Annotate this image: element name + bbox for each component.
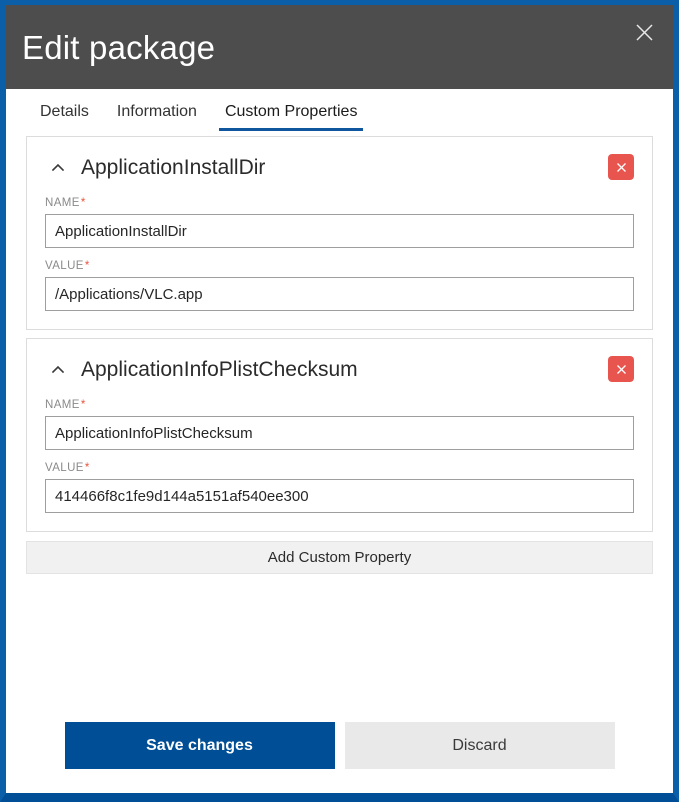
tab-information[interactable]: Information [111,103,203,131]
dialog-titlebar: Edit package [6,5,673,89]
delete-property-button[interactable] [608,356,634,382]
property-value-field: VALUE* [45,462,634,513]
custom-property-card: ApplicationInfoPlistChecksum NAME* VALUE… [26,338,653,532]
property-value-label: VALUE* [45,260,634,272]
add-custom-property-button[interactable]: Add Custom Property [26,541,653,574]
tab-details[interactable]: Details [34,103,95,131]
close-icon [616,364,627,375]
custom-property-header: ApplicationInstallDir [45,151,634,185]
custom-property-title: ApplicationInfoPlistChecksum [81,358,358,382]
close-icon [616,162,627,173]
required-asterisk: * [81,399,86,411]
custom-property-title: ApplicationInstallDir [81,156,265,180]
required-asterisk: * [85,260,90,272]
content-spacer [6,648,673,722]
dialog-title: Edit package [6,31,215,64]
custom-property-header: ApplicationInfoPlistChecksum [45,353,634,387]
custom-properties-panel: ApplicationInstallDir NAME* VALUE* [6,136,673,648]
property-name-label: NAME* [45,197,634,209]
delete-property-button[interactable] [608,154,634,180]
save-changes-button[interactable]: Save changes [65,722,335,769]
required-asterisk: * [85,462,90,474]
property-name-input[interactable] [45,214,634,248]
property-name-input[interactable] [45,416,634,450]
property-name-field: NAME* [45,399,634,450]
property-name-field: NAME* [45,197,634,248]
close-icon [635,23,654,42]
property-name-label: NAME* [45,399,634,411]
chevron-up-icon[interactable] [45,357,71,383]
property-value-label: VALUE* [45,462,634,474]
property-value-field: VALUE* [45,260,634,311]
dialog-footer: Save changes Discard [6,722,673,793]
tab-custom-properties[interactable]: Custom Properties [219,103,364,131]
chevron-up-icon[interactable] [45,155,71,181]
tab-bar: Details Information Custom Properties [6,89,673,136]
custom-property-card: ApplicationInstallDir NAME* VALUE* [26,136,653,330]
close-dialog-button[interactable] [623,13,665,51]
edit-package-dialog: Edit package Details Information Custom … [0,0,679,802]
property-value-input[interactable] [45,479,634,513]
required-asterisk: * [81,197,86,209]
property-value-input[interactable] [45,277,634,311]
discard-button[interactable]: Discard [345,722,615,769]
